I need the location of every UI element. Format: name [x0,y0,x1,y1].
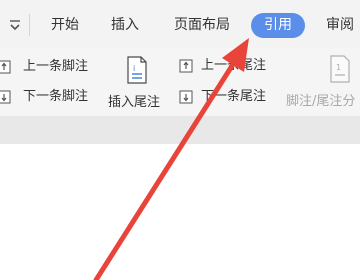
prev-footnote-button[interactable]: 上一条脚注 [0,57,102,77]
next-footnote-label: 下一条脚注 [23,89,89,104]
svg-text:1: 1 [336,63,341,72]
next-footnote-button[interactable]: 下一条脚注 [0,87,102,107]
ribbon-panel: 上一条脚注 下一条脚注 i 插入尾注 上一条尾注 下一条尾注 1 脚注/尾注分 [0,48,360,116]
tab-references[interactable]: 引用 [251,13,305,38]
quick-access-dropdown[interactable] [7,16,23,34]
next-endnote-button[interactable]: 下一条尾注 [179,87,281,107]
insert-endnote-label: 插入尾注 [108,95,161,110]
prev-note-icon [179,59,193,73]
note-separator-label: 脚注/尾注分 [286,94,356,109]
next-note-icon [179,90,193,104]
tab-separator [29,14,30,36]
prev-footnote-label: 上一条脚注 [23,59,89,74]
tab-home[interactable]: 开始 [49,13,81,38]
prev-endnote-button[interactable]: 上一条尾注 [179,56,281,76]
ribbon-divider-band [0,116,360,144]
tab-review[interactable]: 审阅 [324,13,356,38]
insert-endnote-icon: i [127,56,147,84]
prev-endnote-label: 上一条尾注 [201,58,267,73]
note-separator-button[interactable]: 1 脚注/尾注分 [286,53,360,111]
tab-page-layout[interactable]: 页面布局 [170,13,234,38]
document-canvas[interactable] [0,144,360,280]
next-note-icon [0,90,11,104]
svg-text:i: i [133,64,135,73]
prev-note-icon [0,60,11,74]
tab-insert[interactable]: 插入 [109,13,141,38]
chevron-down-icon [10,20,20,31]
insert-endnote-button[interactable]: i 插入尾注 [104,53,170,111]
ribbon-tab-bar: 开始 插入 页面布局 引用 审阅 [0,0,360,48]
note-separator-icon: 1 [330,55,350,83]
next-endnote-label: 下一条尾注 [201,89,267,104]
